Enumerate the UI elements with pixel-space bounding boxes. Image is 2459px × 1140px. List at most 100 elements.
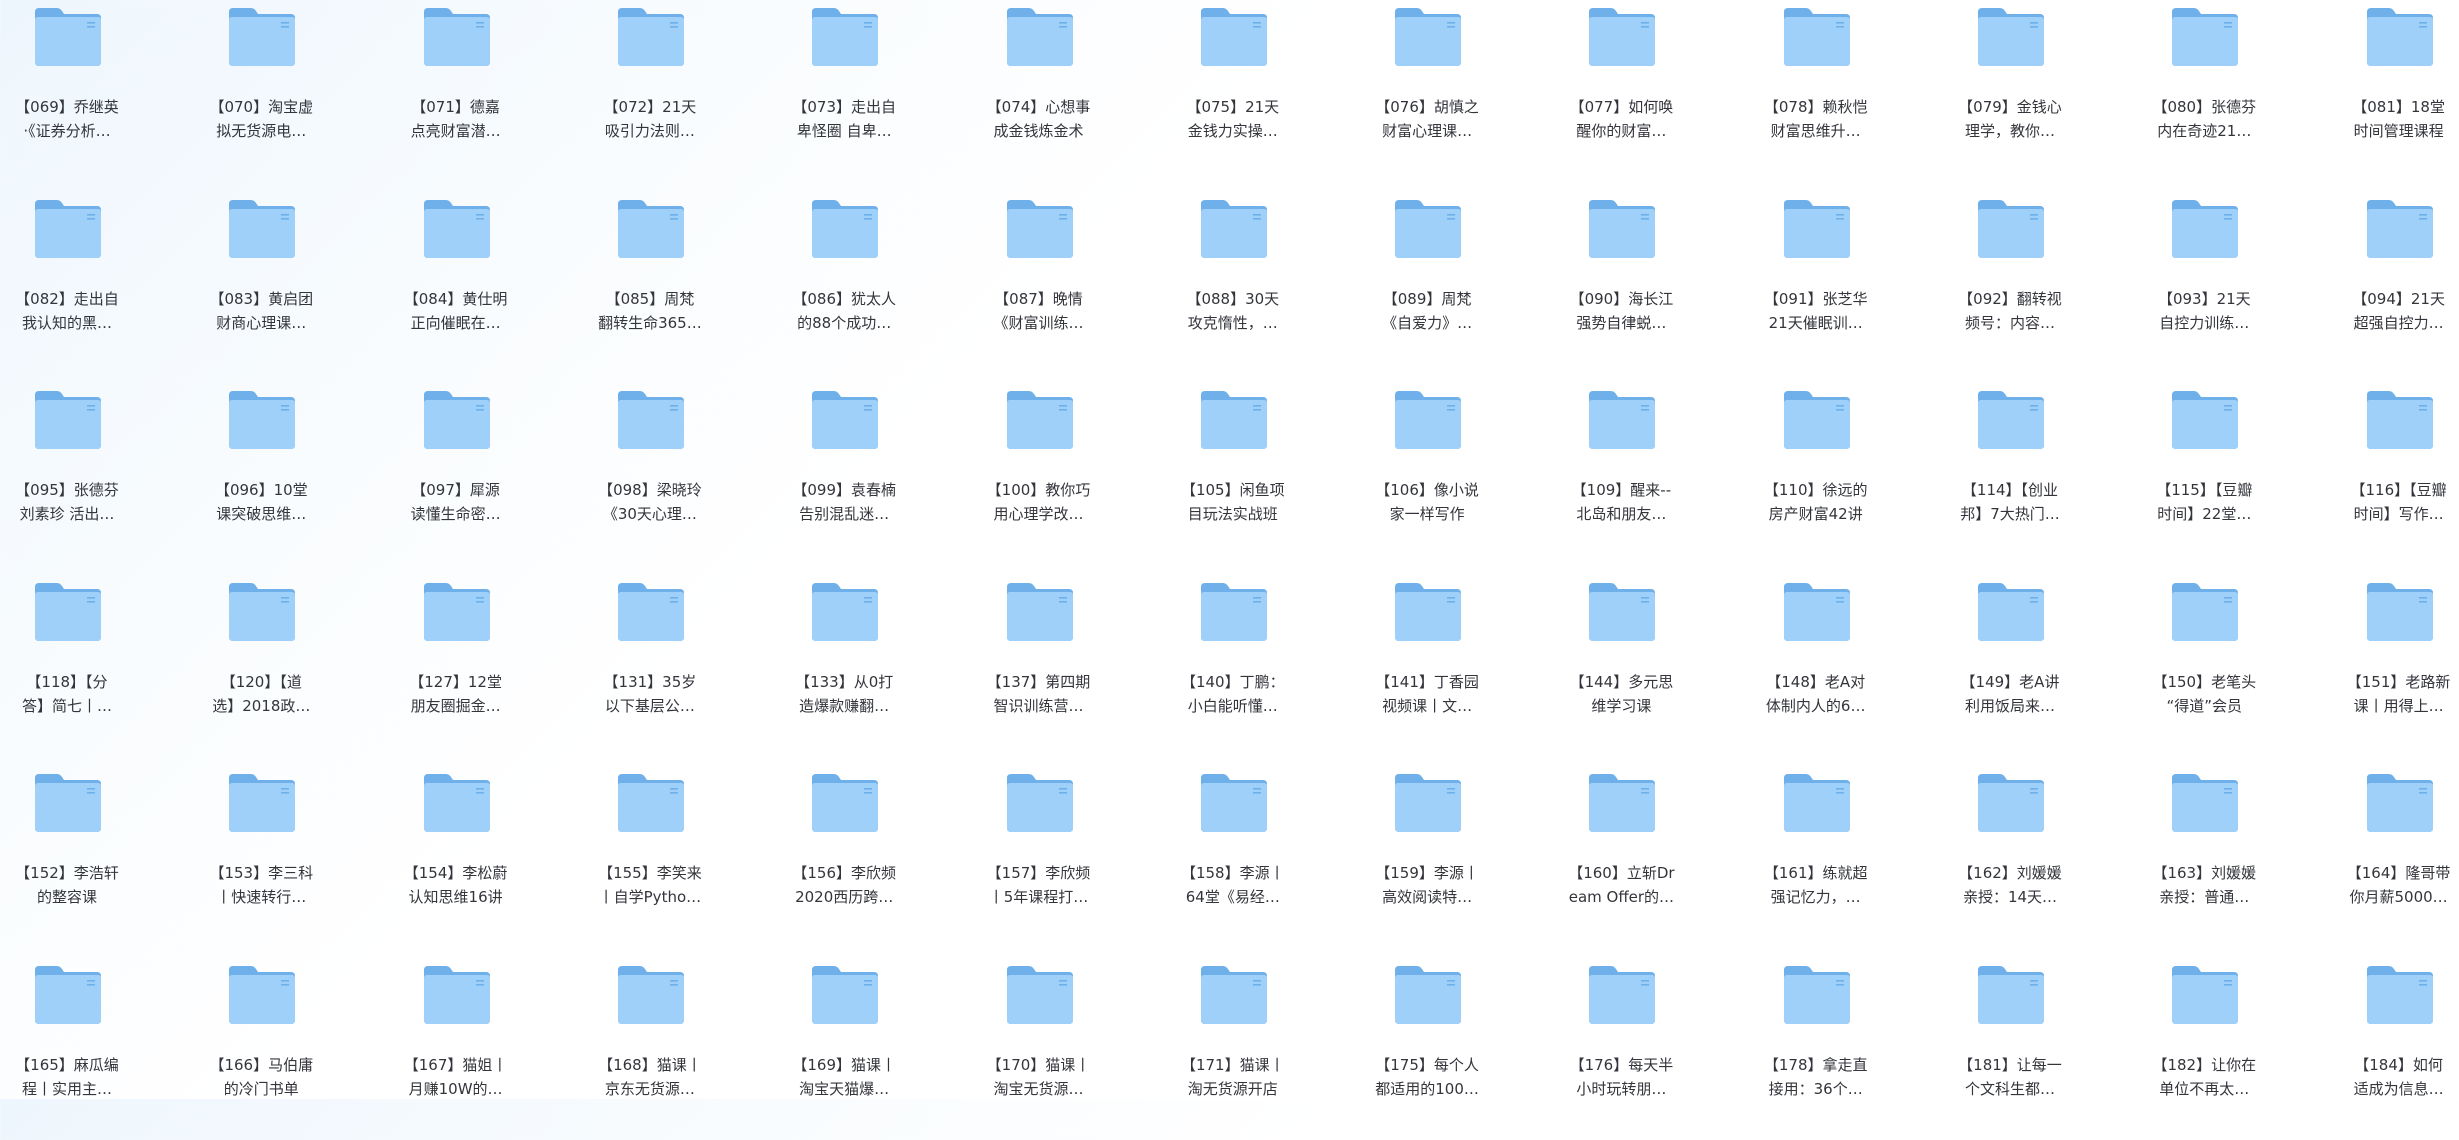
folder-icon [1976, 772, 2046, 834]
folder-item[interactable]: 【178】拿走直 接用：36个… [1746, 960, 1886, 1140]
folder-item[interactable]: 【085】周梵 翻转生命365… [580, 194, 720, 374]
folder-item[interactable]: 【070】淘宝虚 拟无货源电… [191, 2, 331, 182]
folder-item[interactable]: 【152】李浩轩 的整容课 [0, 768, 137, 948]
folder-item[interactable]: 【158】李源丨 64堂《易经… [1163, 768, 1303, 948]
folder-item[interactable]: 【165】麻瓜编 程丨实用主… [0, 960, 137, 1140]
folder-item[interactable]: 【109】醒来-- 北岛和朋友… [1551, 385, 1691, 565]
folder-item[interactable]: 【162】刘媛媛 亲授：14天… [1940, 768, 2080, 948]
folder-item[interactable]: 【167】猫姐丨 月赚10W的… [386, 960, 526, 1140]
folder-item[interactable]: 【098】梁晓玲 《30天心理… [580, 385, 720, 565]
folder-item[interactable]: 【118】【分 答】简七丨… [0, 577, 137, 757]
folder-label-line-2: 月赚10W的… [408, 1079, 503, 1098]
folder-label: 【116】【豆瓣 时间】写作… [2333, 478, 2459, 526]
folder-item[interactable]: 【106】像小说 家一样写作 [1357, 385, 1497, 565]
folder-label: 【072】21天 吸引力法则… [584, 95, 716, 143]
folder-item[interactable]: 【073】走出自 卑怪圈 自卑… [774, 2, 914, 182]
folder-item[interactable]: 【127】12堂 朋友圈掘金… [386, 577, 526, 757]
folder-item[interactable]: 【095】张德芬 刘素珍 活出… [0, 385, 137, 565]
folder-item[interactable]: 【071】德嘉 点亮财富潜… [386, 2, 526, 182]
folder-item[interactable]: 【157】李欣频 丨5年课程打… [969, 768, 1109, 948]
folder-item[interactable]: 【088】30天 攻克惰性，… [1163, 194, 1303, 374]
folder-item[interactable]: 【171】猫课丨 淘无货源开店 [1163, 960, 1303, 1140]
folder-label-line-2: 《30天心理… [602, 505, 697, 523]
folder-item[interactable]: 【169】猫课丨 淘宝天猫爆… [774, 960, 914, 1140]
folder-item[interactable]: 【153】李三科 丨快速转行… [191, 768, 331, 948]
folder-item[interactable]: 【144】多元思 维学习课 [1551, 577, 1691, 757]
folder-item[interactable]: 【175】每个人 都适用的100… [1357, 960, 1497, 1140]
folder-item[interactable]: 【166】马伯庸 的冷门书单 [191, 960, 331, 1140]
folder-icon [2170, 389, 2240, 451]
folder-item[interactable]: 【149】老A讲 利用饭局来… [1940, 577, 2080, 757]
folder-item[interactable]: 【097】犀源 读懂生命密… [386, 385, 526, 565]
folder-item[interactable]: 【159】李源丨 高效阅读特… [1357, 768, 1497, 948]
folder-icon [2365, 6, 2435, 68]
folder-label-line-2: 视频课丨文… [1382, 696, 1473, 715]
folder-label-line-2: 高效阅读特… [1382, 888, 1473, 906]
folder-item[interactable]: 【148】老A对 体制内人的6… [1746, 577, 1886, 757]
folder-item[interactable]: 【080】张德芬 内在奇迹21… [2134, 2, 2274, 182]
folder-item[interactable]: 【078】赖秋恺 财富思维升… [1746, 2, 1886, 182]
folder-item[interactable]: 【105】闲鱼项 目玩法实战班 [1163, 385, 1303, 565]
folder-label-line-1: 【150】老笔头 [2152, 672, 2257, 691]
folder-item[interactable]: 【133】从0打 造爆款赚翻… [774, 577, 914, 757]
folder-item[interactable]: 【140】丁鹏： 小白能听懂… [1163, 577, 1303, 757]
folder-item[interactable]: 【160】立斩Dr eam Offer的… [1551, 768, 1691, 948]
folder-label: 【156】李欣频 2020西历跨… [778, 861, 910, 909]
folder-item[interactable]: 【079】金钱心 理学，教你… [1940, 2, 2080, 182]
folder-item[interactable]: 【170】猫课丨 淘宝无货源… [969, 960, 1109, 1140]
folder-item[interactable]: 【156】李欣频 2020西历跨… [774, 768, 914, 948]
folder-item[interactable]: 【161】练就超 强记忆力，… [1746, 768, 1886, 948]
folder-item[interactable]: 【114】【创业 邦】7大热门… [1940, 385, 2080, 565]
folder-item[interactable]: 【163】刘媛媛 亲授：普通… [2134, 768, 2274, 948]
folder-item[interactable]: 【077】如何唤 醒你的财富… [1551, 2, 1691, 182]
folder-item[interactable]: 【141】丁香园 视频课丨文… [1357, 577, 1497, 757]
folder-item[interactable]: 【115】【豆瓣 时间】22堂… [2134, 385, 2274, 565]
folder-item[interactable]: 【151】老路新 课丨用得上… [2329, 577, 2459, 757]
folder-label-line-2: 正向催眠在… [410, 313, 501, 332]
folder-item[interactable]: 【094】21天 超强自控力… [2329, 194, 2459, 374]
folder-item[interactable]: 【082】走出自 我认知的黑… [0, 194, 137, 374]
folder-item[interactable]: 【087】晚情 《财富训练… [969, 194, 1109, 374]
folder-item[interactable]: 【168】猫课丨 京东无货源… [580, 960, 720, 1140]
folder-label: 【165】麻瓜编 程丨实用主… [1, 1053, 133, 1101]
folder-item[interactable]: 【096】10堂 课突破思维… [191, 385, 331, 565]
folder-item[interactable]: 【176】每天半 小时玩转朋… [1551, 960, 1691, 1140]
folder-item[interactable]: 【091】张芝华 21天催眠训… [1746, 194, 1886, 374]
folder-item[interactable]: 【131】35岁 以下基层公… [580, 577, 720, 757]
folder-item[interactable]: 【181】让每一 个文科生都… [1940, 960, 2080, 1140]
folder-item[interactable]: 【090】海长江 强势自律蜕… [1551, 194, 1691, 374]
folder-label: 【090】海长江 强势自律蜕… [1555, 287, 1687, 335]
folder-item[interactable]: 【099】袁春楠 告别混乱迷… [774, 385, 914, 565]
folder-item[interactable]: 【155】李笑来 丨自学Pytho… [580, 768, 720, 948]
folder-item[interactable]: 【076】胡慎之 财富心理课… [1357, 2, 1497, 182]
folder-item[interactable]: 【074】心想事 成金钱炼金术 [969, 2, 1109, 182]
folder-item[interactable]: 【110】徐远的 房产财富42讲 [1746, 385, 1886, 565]
folder-item[interactable]: 【069】乔继英 ·《证券分析… [0, 2, 137, 182]
folder-label-line-2: 点亮财富潜… [410, 122, 501, 140]
folder-item[interactable]: 【120】【道 选】2018政… [191, 577, 331, 757]
folder-item[interactable]: 【137】第四期 智识训练营… [969, 577, 1109, 757]
folder-item[interactable]: 【084】黄仕明 正向催眠在… [386, 194, 526, 374]
folder-item[interactable]: 【083】黄启团 财商心理课… [191, 194, 331, 374]
folder-item[interactable]: 【072】21天 吸引力法则… [580, 2, 720, 182]
folder-item[interactable]: 【089】周梵 《自爱力》… [1357, 194, 1497, 374]
folder-item[interactable]: 【182】让你在 单位不再太… [2134, 960, 2274, 1140]
folder-item[interactable]: 【116】【豆瓣 时间】写作… [2329, 385, 2459, 565]
folder-icon [227, 964, 297, 1026]
folder-item[interactable]: 【086】犹太人 的88个成功… [774, 194, 914, 374]
folder-item[interactable]: 【100】教你巧 用心理学改… [969, 385, 1109, 565]
folder-label-line-2: 程丨实用主… [21, 1079, 112, 1098]
folder-item[interactable]: 【093】21天 自控力训练… [2134, 194, 2274, 374]
folder-icon [33, 389, 103, 451]
folder-item[interactable]: 【092】翻转视 频号：内容… [1940, 194, 2080, 374]
folder-item[interactable]: 【150】老笔头 “得道”会员 [2134, 577, 2274, 757]
folder-icon [1199, 198, 1269, 260]
folder-item[interactable]: 【184】如何 适成为信息… [2329, 960, 2459, 1140]
folder-label: 【184】如何 适成为信息… [2333, 1053, 2459, 1101]
folder-label: 【131】35岁 以下基层公… [584, 670, 716, 718]
folder-label: 【155】李笑来 丨自学Pytho… [584, 861, 716, 909]
folder-item[interactable]: 【154】李松蔚 认知思维16讲 [386, 768, 526, 948]
folder-item[interactable]: 【164】隆哥带 你月薪5000… [2329, 768, 2459, 948]
folder-item[interactable]: 【081】18堂 时间管理课程 [2329, 2, 2459, 182]
folder-item[interactable]: 【075】21天 金钱力实操… [1163, 2, 1303, 182]
